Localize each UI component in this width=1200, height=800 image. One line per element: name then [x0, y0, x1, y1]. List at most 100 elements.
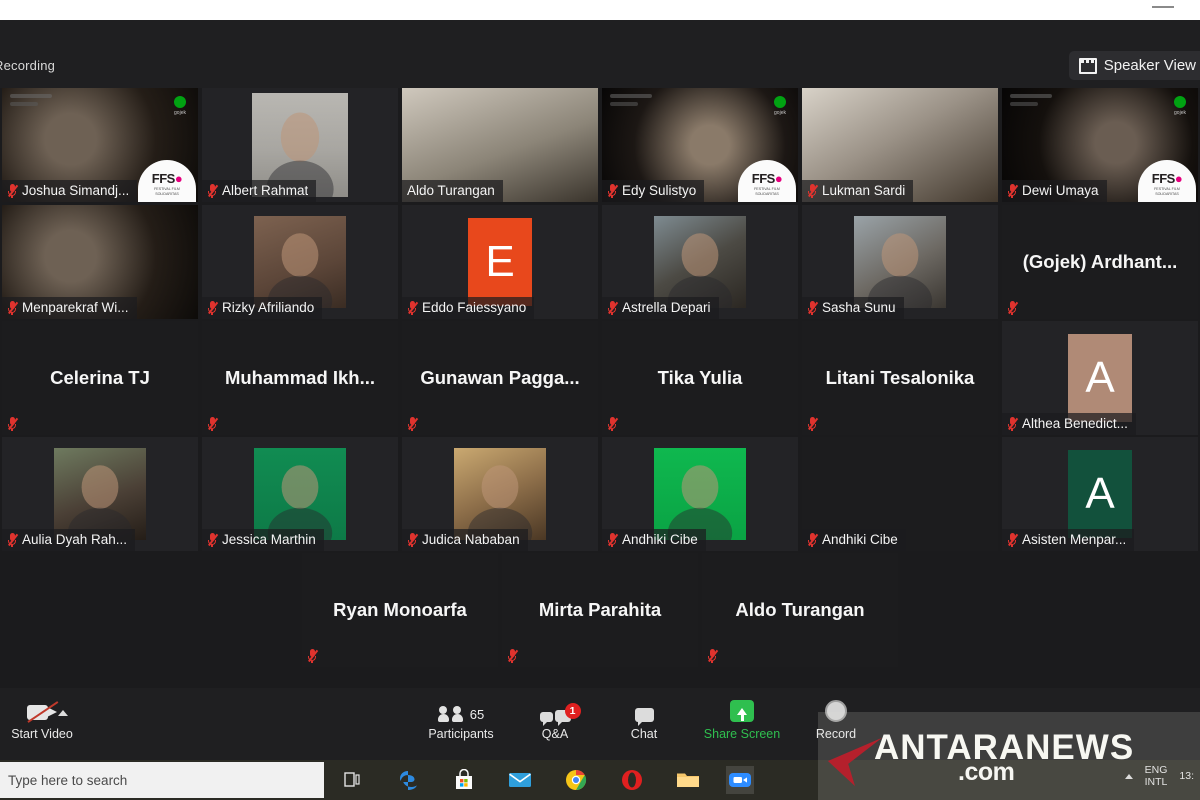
participant-photo [654, 448, 746, 540]
participants-count: 65 [469, 707, 485, 722]
participant-name-strip: Eddo Faiessyano [402, 297, 535, 319]
mic-muted-icon [7, 532, 18, 547]
participant-name-strip [502, 646, 525, 667]
chrome-icon[interactable] [562, 766, 590, 794]
mic-muted-icon [807, 183, 818, 198]
participant-name-strip: Aldo Turangan [402, 180, 503, 202]
participant-tile[interactable]: (Gojek) Ardhant... [1002, 205, 1198, 319]
mic-muted-icon [407, 300, 418, 315]
participant-display-name-large: Litani Tesalonika [825, 367, 975, 388]
record-circle-icon [825, 696, 847, 722]
participant-tile[interactable]: Litani Tesalonika [802, 321, 998, 435]
participant-name-strip: Astrella Depari [602, 297, 719, 319]
participant-display-name-large: Mirta Parahita [538, 599, 662, 620]
gojek-logo-icon: gojek [172, 96, 188, 118]
participant-tile[interactable]: gojek FFS● FESTIVAL FILM SOLIDARITAS Joshua … [2, 88, 198, 202]
participant-name: Dewi Umaya [1022, 183, 1099, 198]
view-mode-label: Speaker View [1103, 57, 1196, 74]
participant-tile[interactable]: Albert Rahmat [202, 88, 398, 202]
language-indicator[interactable]: ENG INTL [1145, 764, 1168, 788]
participant-tile[interactable]: Menparekraf Wi... [2, 205, 198, 319]
task-view-icon[interactable] [338, 766, 366, 794]
system-tray: ENG INTL 13: [1124, 764, 1194, 788]
edge-icon[interactable] [394, 766, 422, 794]
participant-name-strip: Andhiki Cibe [602, 529, 706, 551]
participant-name: Aldo Turangan [407, 183, 495, 198]
participant-name: Eddo Faiessyano [422, 300, 527, 315]
mic-muted-icon [407, 532, 418, 547]
participant-tile[interactable]: Jessica Marthin [202, 437, 398, 551]
mic-muted-icon [1007, 183, 1018, 198]
record-button[interactable]: Record [790, 696, 882, 754]
record-label: Record [815, 727, 857, 741]
minimize-icon[interactable] [1152, 6, 1174, 8]
participant-tile[interactable]: Andhiki Cibe [602, 437, 798, 551]
mic-muted-icon [1007, 301, 1018, 315]
file-explorer-icon[interactable] [674, 766, 702, 794]
participant-tile[interactable]: Andhiki Cibe [802, 437, 998, 551]
participant-display-name-large: (Gojek) Ardhant... [1022, 251, 1178, 272]
participant-name-strip: Dewi Umaya [1002, 180, 1107, 202]
participant-name: Albert Rahmat [222, 183, 309, 198]
microsoft-store-icon[interactable] [450, 766, 478, 794]
participant-photo [254, 448, 346, 540]
participant-tile[interactable]: Astrella Depari [602, 205, 798, 319]
mail-icon[interactable] [506, 766, 534, 794]
participant-tile[interactable]: A Asisten Menpar... [1002, 437, 1198, 551]
participant-tile[interactable]: E Eddo Faiessyano [402, 205, 598, 319]
mic-muted-icon [507, 649, 518, 663]
participant-display-name-large: Ryan Monoarfa [333, 599, 467, 620]
qa-bubbles-icon: 1 [539, 696, 581, 726]
participants-button[interactable]: 65 Participants [415, 696, 507, 754]
participant-tile[interactable]: Rizky Afriliando [202, 205, 398, 319]
participant-display-name-large: Aldo Turangan [735, 599, 865, 620]
mic-muted-icon [807, 532, 818, 547]
participant-tile[interactable]: Muhammad Ikh... [202, 321, 398, 435]
participant-name: Althea Benedict... [1022, 416, 1128, 431]
participant-tile[interactable]: Gunawan Pagga... [402, 321, 598, 435]
taskbar-clock[interactable]: 13: [1179, 770, 1194, 782]
search-placeholder: Type here to search [8, 772, 128, 788]
chevron-up-icon[interactable] [58, 710, 68, 716]
participant-tile[interactable]: Aldo Turangan [402, 88, 598, 202]
participant-tile[interactable]: Lukman Sardi [802, 88, 998, 202]
grid-view-icon [1078, 57, 1097, 74]
participant-tile[interactable]: Celerina TJ [2, 321, 198, 435]
opera-icon[interactable] [618, 766, 646, 794]
zoom-icon[interactable] [726, 766, 754, 794]
participant-tile[interactable]: gojek FFS● FESTIVAL FILM SOLIDARITAS Dewi Um… [1002, 88, 1198, 202]
participant-tile[interactable]: Mirta Parahita [502, 553, 698, 667]
participant-tile[interactable]: A Althea Benedict... [1002, 321, 1198, 435]
participant-tile[interactable]: Tika Yulia [602, 321, 798, 435]
show-hidden-icons-icon[interactable] [1124, 773, 1133, 779]
participant-name: Astrella Depari [622, 300, 711, 315]
participant-name: Andhiki Cibe [822, 532, 898, 547]
qa-label: Q&A [541, 727, 569, 741]
mic-muted-icon [607, 417, 618, 431]
participant-name-strip: Jessica Marthin [202, 529, 324, 551]
mic-muted-icon [807, 300, 818, 315]
participant-tile[interactable]: Ryan Monoarfa [302, 553, 498, 667]
avatar: E [468, 218, 532, 306]
chat-button[interactable]: Chat [598, 696, 690, 754]
taskbar-search-input[interactable]: Type here to search [0, 762, 324, 798]
mic-muted-icon [807, 417, 818, 431]
participant-tile[interactable]: gojek FFS● FESTIVAL FILM SOLIDARITAS Edy Sul… [602, 88, 798, 202]
participant-name-strip [602, 414, 625, 435]
participant-tile[interactable]: Sasha Sunu [802, 205, 998, 319]
participant-tile[interactable]: Aulia Dyah Rah... [2, 437, 198, 551]
participant-tile[interactable]: Aldo Turangan [702, 553, 898, 667]
window-title-strip [0, 0, 1200, 20]
participant-photo [54, 448, 146, 540]
participant-tile[interactable]: Judica Nababan [402, 437, 598, 551]
mic-muted-icon [7, 183, 18, 198]
participant-name-strip: Menparekraf Wi... [2, 297, 137, 319]
share-screen-button[interactable]: Share Screen [696, 696, 788, 754]
camera-off-icon [27, 696, 59, 724]
start-video-button[interactable]: Start Video [0, 696, 88, 754]
participant-name: Jessica Marthin [222, 532, 316, 547]
avatar: A [1068, 450, 1132, 538]
qa-button[interactable]: 1 Q&A [509, 696, 601, 754]
view-mode-button[interactable]: Speaker View [1068, 51, 1200, 80]
participant-name: Andhiki Cibe [622, 532, 698, 547]
